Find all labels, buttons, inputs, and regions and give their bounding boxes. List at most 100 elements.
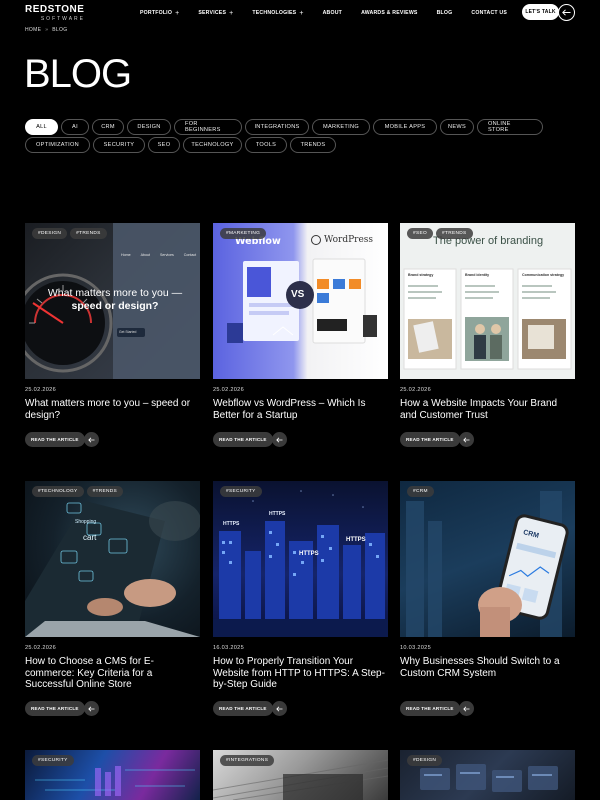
card-tag[interactable]: #SECURITY xyxy=(220,486,262,497)
filter-online-store[interactable]: ONLINE STORE xyxy=(477,119,543,135)
blog-card[interactable]: #CRM CRM 10.03.2025 Why Businesses Shoul… xyxy=(400,481,575,679)
card-image[interactable]: #DESIGN xyxy=(400,750,575,800)
filter-marketing[interactable]: MARKETING xyxy=(312,119,370,135)
filter-integrations[interactable]: INTEGRATIONS xyxy=(245,119,309,135)
card-date: 25.02.2026 xyxy=(213,387,244,393)
filter-mobile-apps[interactable]: MOBILE APPS xyxy=(373,119,437,135)
card-date: 25.02.2026 xyxy=(400,387,431,393)
card-tags: #SECURITY xyxy=(220,486,265,497)
card-tag[interactable]: #TRENDS xyxy=(436,228,473,239)
filter-ai[interactable]: AI xyxy=(61,119,89,135)
read-article-row: READ THE ARTICLE xyxy=(400,432,474,447)
card-tags: #SEO #TRENDS xyxy=(407,228,476,239)
card-title[interactable]: Webflow vs WordPress – Which Is Better f… xyxy=(213,398,388,421)
arrow-left-icon[interactable] xyxy=(558,4,575,21)
wordpress-icon xyxy=(311,235,321,245)
card-tag[interactable]: #SEO xyxy=(407,228,433,239)
card-tag[interactable]: #CRM xyxy=(407,486,434,497)
logo-wordmark: REDSTONE xyxy=(25,4,85,15)
image-label-shopping: Shopping xyxy=(75,519,97,525)
read-article-button[interactable]: READ THE ARTICLE xyxy=(25,432,85,447)
card-date: 16.03.2025 xyxy=(213,645,244,651)
read-article-button[interactable]: READ THE ARTICLE xyxy=(400,432,460,447)
filter-technology[interactable]: TECHNOLOGY xyxy=(183,137,242,153)
breadcrumb-home[interactable]: HOME xyxy=(25,27,41,33)
card-tag[interactable]: #DESIGN xyxy=(32,228,68,239)
card-image[interactable]: #DESIGN #TRENDS Home About Services Cont… xyxy=(25,223,200,379)
card-title[interactable]: How a Website Impacts Your Brand and Cus… xyxy=(400,398,575,421)
filter-security[interactable]: SECURITY xyxy=(93,137,145,153)
card-image[interactable]: #CRM CRM xyxy=(400,481,575,637)
filter-design[interactable]: DESIGN xyxy=(127,119,171,135)
blog-card[interactable]: #TECHNOLOGY #TRENDS Shopping cart 25.02.… xyxy=(25,481,200,691)
arrow-left-icon[interactable] xyxy=(458,432,474,447)
blog-card[interactable]: #MARKETING Webflow WordPress VS 25.02.20… xyxy=(213,223,388,421)
arrow-left-icon[interactable] xyxy=(83,432,99,447)
card-title[interactable]: How to Properly Transition Your Website … xyxy=(213,656,388,691)
filter-news[interactable]: NEWS xyxy=(440,119,474,135)
breadcrumb: HOME » BLOG xyxy=(25,27,67,33)
wordpress-logo-text: WordPress xyxy=(324,235,374,245)
card-tags: #INTEGRATIONS xyxy=(220,755,277,766)
read-article-button[interactable]: READ THE ARTICLE xyxy=(213,701,273,716)
arrow-left-icon[interactable] xyxy=(458,701,474,716)
blog-card[interactable]: #SECURITY xyxy=(25,750,200,800)
nav-services[interactable]: SERVICES + xyxy=(198,9,234,17)
blog-card[interactable]: #DESIGN xyxy=(400,750,575,800)
blog-card[interactable]: #SEO #TRENDS The power of branding Brand… xyxy=(400,223,575,421)
read-article-row: READ THE ARTICLE xyxy=(400,701,474,716)
card-image[interactable]: #INTEGRATIONS xyxy=(213,750,388,800)
read-article-button[interactable]: READ THE ARTICLE xyxy=(400,701,460,716)
blog-card[interactable]: #INTEGRATIONS xyxy=(213,750,388,800)
vs-label: VS xyxy=(291,289,305,300)
lets-talk-button[interactable]: LET'S TALK xyxy=(522,4,559,20)
arrow-left-icon[interactable] xyxy=(271,432,287,447)
filter-trends[interactable]: TRENDS xyxy=(290,137,336,153)
card-tag[interactable]: #DESIGN xyxy=(407,755,443,766)
card-tag[interactable]: #SECURITY xyxy=(32,755,74,766)
nav-contact-us[interactable]: CONTACT US xyxy=(471,10,507,16)
image-button-text: Get Started xyxy=(119,330,137,334)
card-image[interactable]: #SECURITY HTTPS HTTPS HTTPS HTTPS xyxy=(213,481,388,637)
image-label-cart: cart xyxy=(83,533,97,542)
card-title[interactable]: Why Businesses Should Switch to a Custom… xyxy=(400,656,575,679)
blog-card[interactable]: #DESIGN #TRENDS Home About Services Cont… xyxy=(25,223,200,421)
logo[interactable]: REDSTONE SOFTWARE xyxy=(25,4,85,23)
card-image[interactable]: #SECURITY xyxy=(25,750,200,800)
filter-crm[interactable]: CRM xyxy=(92,119,124,135)
card-tag[interactable]: #INTEGRATIONS xyxy=(220,755,275,766)
read-article-button[interactable]: READ THE ARTICLE xyxy=(213,432,273,447)
read-article-button[interactable]: READ THE ARTICLE xyxy=(25,701,85,716)
card-image[interactable]: #TECHNOLOGY #TRENDS Shopping cart xyxy=(25,481,200,637)
blog-card[interactable]: #SECURITY HTTPS HTTPS HTTPS HTTPS 16.03.… xyxy=(213,481,388,691)
read-article-row: READ THE ARTICLE xyxy=(213,701,287,716)
card-image[interactable]: #MARKETING Webflow WordPress VS xyxy=(213,223,388,379)
main-nav: PORTFOLIO + SERVICES + TECHNOLOGIES + ABOUT… xyxy=(140,9,526,17)
nav-portfolio[interactable]: PORTFOLIO + xyxy=(140,10,179,17)
card-title[interactable]: How to Choose a CMS for E-commerce: Key … xyxy=(25,656,200,691)
logo-subtitle: SOFTWARE xyxy=(40,16,85,22)
nav-about[interactable]: ABOUT xyxy=(323,10,342,16)
card-tag[interactable]: #MARKETING xyxy=(220,228,267,239)
card-tag[interactable]: #TECHNOLOGY xyxy=(32,486,84,497)
nav-blog[interactable]: BLOG xyxy=(437,10,453,16)
card-title[interactable]: What matters more to you – speed or desi… xyxy=(25,398,200,421)
card-date: 10.03.2025 xyxy=(400,645,431,651)
image-headline: What matters more to you — speed or desi… xyxy=(47,287,183,312)
https-label: HTTPS xyxy=(346,537,366,543)
filter-optimization[interactable]: OPTIMIZATION xyxy=(25,137,90,153)
nav-technologies[interactable]: TECHNOLOGIES + xyxy=(252,10,303,17)
card-image[interactable]: #SEO #TRENDS The power of branding Brand… xyxy=(400,223,575,379)
filter-tools[interactable]: TOOLS xyxy=(245,137,287,153)
filter-all[interactable]: ALL xyxy=(25,119,58,135)
arrow-left-icon[interactable] xyxy=(271,701,287,716)
card-date: 25.02.2026 xyxy=(25,645,56,651)
plus-icon: + xyxy=(229,9,234,17)
card-tag[interactable]: #TRENDS xyxy=(70,228,107,239)
filter-for-beginners[interactable]: FOR BEGINNERS xyxy=(174,119,242,135)
nav-awards-reviews[interactable]: AWARDS & REVIEWS xyxy=(361,10,418,16)
arrow-left-icon[interactable] xyxy=(83,701,99,716)
card-tags: #TECHNOLOGY #TRENDS xyxy=(32,486,126,497)
card-tag[interactable]: #TRENDS xyxy=(86,486,124,497)
filter-seo[interactable]: SEO xyxy=(148,137,180,153)
